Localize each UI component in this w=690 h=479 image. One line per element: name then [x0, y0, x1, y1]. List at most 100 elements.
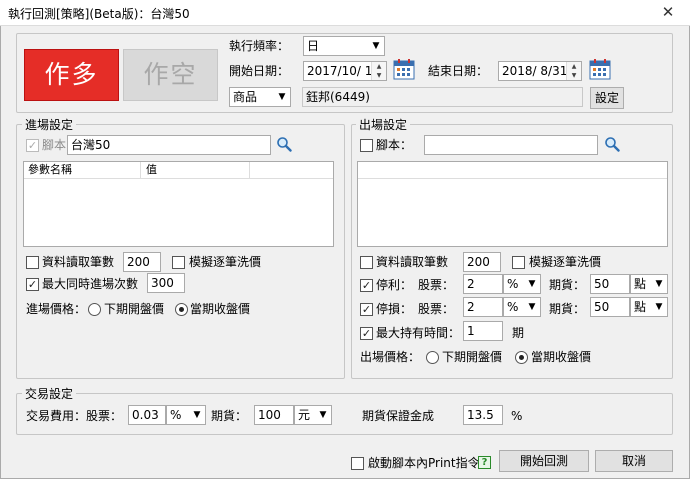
exit-profit-stock-unit[interactable]: % ▼: [503, 274, 541, 294]
title-bar: 執行回測[策略](Beta版)：台灣50 ✕: [0, 0, 690, 26]
exit-loss-checkbox[interactable]: ✓: [360, 303, 373, 316]
entry-close-label: 當期收盤價: [190, 302, 251, 316]
freq-value: 日: [307, 39, 320, 53]
entry-bars-checkbox[interactable]: [26, 256, 39, 269]
end-date-field[interactable]: 2018/ 8/31 ▲ ▼: [498, 61, 582, 81]
exit-loss-fut-label: 期貨：: [549, 302, 586, 316]
exit-bars-value: 200: [467, 255, 490, 269]
product-type-value: 商品: [233, 90, 258, 104]
exit-param-header: [358, 162, 667, 179]
fee-stock-unit[interactable]: % ▼: [166, 405, 206, 425]
exit-profit-stock-value: 2: [467, 277, 475, 291]
exit-profit-label: 停利：: [376, 278, 413, 292]
fee-stock-field[interactable]: 0.03: [128, 405, 166, 425]
chevron-down-icon: ▼: [524, 298, 540, 316]
exit-hold-unit: 期: [512, 326, 525, 340]
exit-loss-fut-field[interactable]: 50: [590, 297, 630, 317]
entry-max-field[interactable]: 300: [147, 273, 185, 293]
search-icon[interactable]: [604, 136, 620, 152]
fee-fut-value: 100: [258, 408, 281, 422]
fee-fut-unit-value: 元: [298, 408, 311, 422]
exit-hold-value: 1: [467, 324, 475, 338]
calendar-icon[interactable]: [589, 58, 611, 80]
set-button[interactable]: 設定: [590, 87, 624, 109]
entry-next-open-radio[interactable]: [88, 303, 101, 316]
end-date-label: 結束日期：: [428, 64, 489, 78]
short-button[interactable]: 作空: [123, 49, 218, 101]
trade-legend: 交易設定: [22, 385, 77, 402]
exit-legend: 出場設定: [356, 116, 411, 133]
window-title: 執行回測[策略](Beta版)：台灣50: [8, 7, 190, 21]
cancel-button[interactable]: 取消: [595, 450, 673, 472]
entry-script-value: 台灣50: [71, 138, 111, 152]
freq-select[interactable]: 日 ▼: [303, 36, 385, 56]
exit-loss-fut-unit-value: 點: [634, 300, 647, 314]
entry-close-radio[interactable]: [175, 303, 188, 316]
exit-loss-fut-value: 50: [594, 300, 610, 314]
chevron-down-icon: ▼: [651, 298, 667, 316]
exit-hold-checkbox[interactable]: ✓: [360, 327, 373, 340]
search-icon[interactable]: [276, 136, 292, 152]
close-icon[interactable]: ✕: [654, 3, 682, 21]
start-date-field[interactable]: 2017/10/ 1 ▲ ▼: [303, 61, 387, 81]
entry-bars-label: 資料讀取筆數: [42, 255, 115, 269]
entry-legend: 進場設定: [22, 116, 77, 133]
product-field[interactable]: 鈺邦(6449): [302, 87, 583, 107]
exit-loss-fut-unit[interactable]: 點 ▼: [630, 297, 668, 317]
exit-bars-checkbox[interactable]: [360, 256, 373, 269]
exit-script-label: 腳本：: [376, 138, 413, 152]
exit-next-open-radio[interactable]: [426, 351, 439, 364]
end-date-value: 2018/ 8/31: [502, 64, 568, 78]
exit-profit-fut-field[interactable]: 50: [590, 274, 630, 294]
fee-fut-unit[interactable]: 元 ▼: [294, 405, 332, 425]
entry-script-label: 腳本: [42, 138, 67, 152]
entry-bars-value: 200: [127, 255, 150, 269]
exit-price-label: 出場價格：: [360, 350, 421, 364]
fee-fut-field[interactable]: 100: [254, 405, 294, 425]
exit-profit-stock-label: 股票：: [418, 278, 455, 292]
exit-profit-stock-unit-value: %: [507, 277, 519, 291]
exit-profit-checkbox[interactable]: ✓: [360, 279, 373, 292]
chevron-down-icon: ▼: [315, 406, 331, 424]
entry-max-label: 最大同時進場次數: [42, 277, 139, 291]
entry-max-checkbox[interactable]: ✓: [26, 278, 39, 291]
entry-tick-checkbox[interactable]: [172, 256, 185, 269]
entry-bars-field[interactable]: 200: [123, 252, 161, 272]
start-backtest-button[interactable]: 開始回測: [499, 450, 589, 472]
long-button[interactable]: 作多: [24, 49, 119, 101]
exit-hold-field[interactable]: 1: [463, 321, 503, 341]
entry-script-field[interactable]: 台灣50: [67, 135, 271, 155]
exit-loss-stock-field[interactable]: 2: [463, 297, 503, 317]
col-value[interactable]: 值: [142, 162, 250, 178]
exit-tick-checkbox[interactable]: [512, 256, 525, 269]
exit-profit-stock-field[interactable]: 2: [463, 274, 503, 294]
start-date-spinner[interactable]: ▲ ▼: [371, 62, 386, 80]
fee-stock-value: 0.03: [132, 408, 159, 422]
exit-loss-stock-unit[interactable]: % ▼: [503, 297, 541, 317]
entry-price-label: 進場價格：: [26, 302, 87, 316]
end-date-spinner[interactable]: ▲ ▼: [566, 62, 581, 80]
exit-script-field[interactable]: [424, 135, 598, 155]
exit-loss-label: 停損：: [376, 302, 413, 316]
col-param-name[interactable]: 參數名稱: [24, 162, 141, 178]
print-checkbox[interactable]: [351, 457, 364, 470]
help-icon[interactable]: ?: [478, 456, 491, 469]
exit-close-label: 當期收盤價: [531, 350, 592, 364]
fee-fut-label: 期貨：: [211, 409, 248, 423]
exit-param-table[interactable]: [357, 161, 668, 247]
entry-tick-label: 模擬逐筆洗價: [189, 255, 262, 269]
margin-field[interactable]: 13.5: [463, 405, 503, 425]
product-type-select[interactable]: 商品 ▼: [229, 87, 291, 107]
exit-script-checkbox[interactable]: [360, 139, 373, 152]
exit-bars-field[interactable]: 200: [463, 252, 501, 272]
print-label: 啟動腳本內Print指令: [368, 456, 480, 470]
exit-next-open-label: 下期開盤價: [442, 350, 503, 364]
exit-loss-stock-label: 股票：: [418, 302, 455, 316]
entry-next-open-label: 下期開盤價: [104, 302, 165, 316]
calendar-icon[interactable]: [393, 58, 415, 80]
entry-param-table[interactable]: 參數名稱 值: [23, 161, 334, 247]
exit-close-radio[interactable]: [515, 351, 528, 364]
exit-profit-fut-unit[interactable]: 點 ▼: [630, 274, 668, 294]
start-date-label: 開始日期：: [229, 64, 290, 78]
entry-script-checkbox[interactable]: ✓: [26, 139, 39, 152]
